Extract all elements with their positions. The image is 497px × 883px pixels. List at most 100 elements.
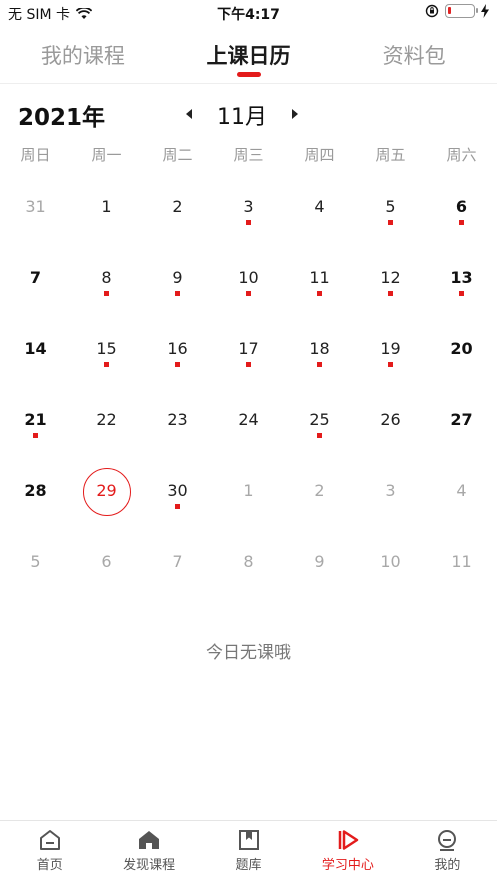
calendar-grid: 31 1 2 3 4 5 6 7 8 9 10 11 12 13 14 15 16 17 18 19 20 21 22 23 2… [0,172,497,598]
day-cell[interactable]: 19 [355,314,426,385]
day-cell[interactable]: 30 [142,456,213,527]
day-number: 25 [309,410,330,429]
day-number: 8 [243,552,254,571]
day-cell[interactable]: 5 [355,172,426,243]
class-indicator-dot [459,220,464,225]
day-number: 31 [25,197,46,216]
day-cell[interactable]: 31 [0,172,71,243]
day-cell[interactable]: 26 [355,385,426,456]
nav-label: 学习中心 [321,858,374,873]
day-cell[interactable]: 1 [71,172,142,243]
day-number: 6 [101,552,112,571]
day-number: 13 [450,268,473,287]
day-number: 6 [455,197,468,216]
day-number: 7 [29,268,42,287]
day-number: 16 [167,339,188,358]
tab-my-courses[interactable]: 我的课程 [0,30,166,83]
question-bank-icon [238,830,259,850]
class-indicator-dot [459,291,464,296]
day-cell[interactable]: 20 [426,314,497,385]
day-cell[interactable]: 28 [0,456,71,527]
day-number: 20 [450,339,473,358]
day-cell[interactable]: 24 [213,385,284,456]
status-time: 下午4:17 [217,7,280,23]
next-month-icon[interactable] [286,104,304,124]
class-indicator-dot [175,504,180,509]
weekday-tue: 周二 [162,146,193,164]
day-cell[interactable]: 3 [355,456,426,527]
day-cell[interactable]: 4 [284,172,355,243]
day-cell[interactable]: 22 [71,385,142,456]
day-number: 15 [96,339,117,358]
class-indicator-dot [175,291,180,296]
nav-discover[interactable]: 发现课程 [99,821,198,883]
battery-level [448,7,451,14]
day-cell-today[interactable]: 29 [71,456,142,527]
discover-icon [139,831,160,849]
day-cell[interactable]: 8 [71,243,142,314]
nav-home[interactable]: 首页 [0,821,99,883]
battery-icon [445,4,478,18]
day-number: 22 [96,410,117,429]
weekday-sat: 周六 [446,146,477,164]
day-cell[interactable]: 11 [426,527,497,598]
day-cell[interactable]: 7 [0,243,71,314]
class-indicator-dot [104,291,109,296]
day-cell[interactable]: 27 [426,385,497,456]
prev-month-icon[interactable] [180,104,198,124]
day-cell[interactable]: 2 [142,172,213,243]
day-number: 8 [101,268,112,287]
day-number: 5 [385,197,396,216]
nav-label: 题库 [235,858,262,873]
week-row: 14 15 16 17 18 19 20 [0,314,497,385]
tab-materials[interactable]: 资料包 [331,30,497,83]
day-cell[interactable]: 2 [284,456,355,527]
week-row: 21 22 23 24 25 26 27 [0,385,497,456]
year-label: 2021年 [18,105,106,131]
day-number: 1 [101,197,112,216]
day-cell[interactable]: 7 [142,527,213,598]
day-cell[interactable]: 11 [284,243,355,314]
class-indicator-dot [175,362,180,367]
day-cell[interactable]: 16 [142,314,213,385]
day-cell[interactable]: 12 [355,243,426,314]
nav-question-bank[interactable]: 题库 [199,821,298,883]
day-number: 10 [238,268,259,287]
day-cell[interactable]: 3 [213,172,284,243]
day-cell[interactable]: 10 [355,527,426,598]
day-cell[interactable]: 14 [0,314,71,385]
charging-icon [481,4,489,18]
day-cell[interactable]: 8 [213,527,284,598]
day-number: 27 [450,410,473,429]
class-indicator-dot [104,362,109,367]
day-cell[interactable]: 13 [426,243,497,314]
day-cell[interactable]: 25 [284,385,355,456]
day-cell[interactable]: 9 [284,527,355,598]
day-cell[interactable]: 4 [426,456,497,527]
day-cell[interactable]: 15 [71,314,142,385]
day-cell[interactable]: 6 [426,172,497,243]
day-number: 11 [451,552,472,571]
week-row: 31 1 2 3 4 5 6 [0,172,497,243]
day-cell[interactable]: 21 [0,385,71,456]
day-cell[interactable]: 23 [142,385,213,456]
class-indicator-dot [388,291,393,296]
class-indicator-dot [317,291,322,296]
tab-label: 资料包 [382,44,446,68]
tab-class-calendar[interactable]: 上课日历 [166,30,332,83]
day-cell[interactable]: 18 [284,314,355,385]
home-icon [39,830,60,850]
day-cell[interactable]: 5 [0,527,71,598]
day-cell[interactable]: 6 [71,527,142,598]
nav-profile[interactable]: 我的 [398,821,497,883]
week-row: 28 29 30 1 2 3 4 [0,456,497,527]
tab-label: 我的课程 [40,44,125,68]
day-cell[interactable]: 10 [213,243,284,314]
status-bar: 无 SIM 卡 下午4:17 [0,0,497,26]
class-indicator-dot [317,362,322,367]
day-cell[interactable]: 17 [213,314,284,385]
day-cell[interactable]: 1 [213,456,284,527]
day-number: 11 [309,268,330,287]
nav-study-center[interactable]: 学习中心 [298,821,397,883]
day-cell[interactable]: 9 [142,243,213,314]
